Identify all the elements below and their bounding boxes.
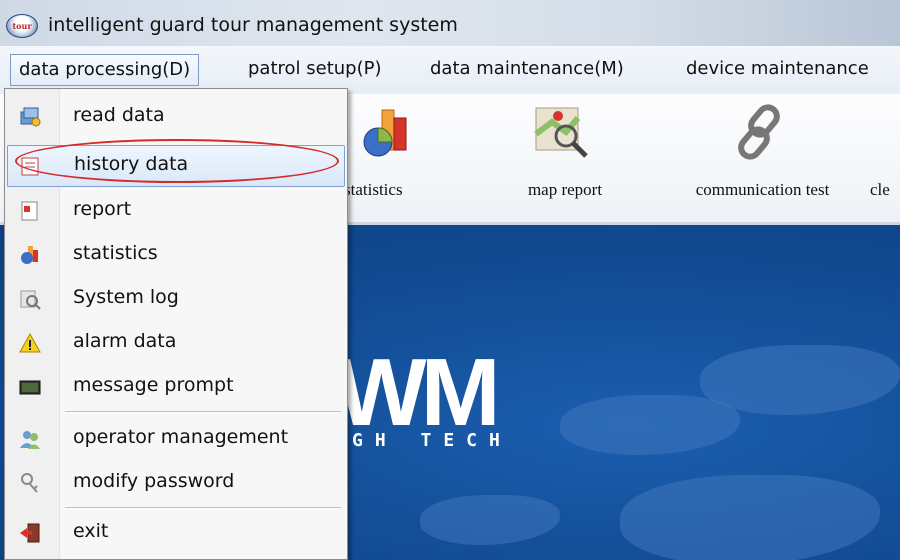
statistics-icon — [21, 246, 38, 264]
alarm-warning-icon — [19, 332, 41, 353]
window-title: intelligent guard tour management system — [48, 14, 458, 36]
exit-door-icon — [20, 523, 40, 543]
menu-item-read-data[interactable]: read data — [7, 97, 343, 137]
report-icon — [21, 201, 38, 221]
menu-item-statistics[interactable]: statistics — [7, 235, 343, 275]
toolbar-clear-label: cle — [870, 180, 890, 199]
operators-icon — [20, 431, 40, 449]
system-log-icon — [20, 290, 41, 310]
map-report-icon — [534, 107, 588, 158]
read-data-icon — [20, 107, 41, 127]
toolbar-map-report-label: map report — [527, 180, 603, 199]
menu-item-label: report — [73, 198, 132, 220]
menu-item-label: modify password — [73, 470, 235, 492]
toolbar-statistics-label: statistics — [344, 180, 403, 199]
menu-item-label: System log — [73, 286, 179, 308]
link-icon — [738, 104, 780, 160]
highlight-annotation — [15, 139, 339, 183]
menu-patrol-setup[interactable]: patrol setup(P) — [240, 54, 390, 84]
data-processing-dropdown: read data history data report statistics — [4, 88, 348, 560]
message-icon — [19, 380, 41, 395]
toolbar-communication-test-button[interactable]: communication test — [665, 94, 860, 222]
company-logo: WM — [336, 339, 501, 446]
toolbar-clear-button[interactable]: cle — [868, 94, 900, 222]
menu-separator — [65, 411, 341, 413]
menu-item-operator-management[interactable]: operator management — [7, 419, 343, 459]
menu-item-exit[interactable]: exit — [7, 513, 343, 553]
menu-item-report[interactable]: report — [7, 191, 343, 231]
menu-item-alarm-data[interactable]: alarm data — [7, 323, 343, 363]
menu-item-label: alarm data — [73, 330, 177, 352]
menu-device-maintenance[interactable]: device maintenance — [678, 54, 877, 84]
menu-separator — [65, 507, 341, 509]
key-icon — [21, 473, 38, 493]
menu-item-label: operator management — [73, 426, 289, 448]
toolbar-map-report-button[interactable]: map report — [500, 94, 630, 222]
statistics-icon — [363, 109, 407, 157]
menu-item-label: read data — [73, 104, 165, 126]
toolbar-communication-test-label: communication test — [695, 180, 830, 199]
app-logo-icon: tour — [6, 14, 38, 38]
menu-item-label: message prompt — [73, 374, 234, 396]
menu-item-label: exit — [73, 520, 109, 542]
menu-data-maintenance[interactable]: data maintenance(M) — [422, 54, 632, 84]
menu-item-label: statistics — [73, 242, 158, 264]
menu-data-processing[interactable]: data processing(D) — [10, 54, 200, 86]
company-tagline: GH TECH — [352, 430, 512, 451]
menu-item-modify-password[interactable]: modify password — [7, 463, 343, 503]
menu-item-system-log[interactable]: System log — [7, 279, 343, 319]
title-bar: tour intelligent guard tour management s… — [0, 0, 900, 46]
menu-item-message-prompt[interactable]: message prompt — [7, 367, 343, 407]
